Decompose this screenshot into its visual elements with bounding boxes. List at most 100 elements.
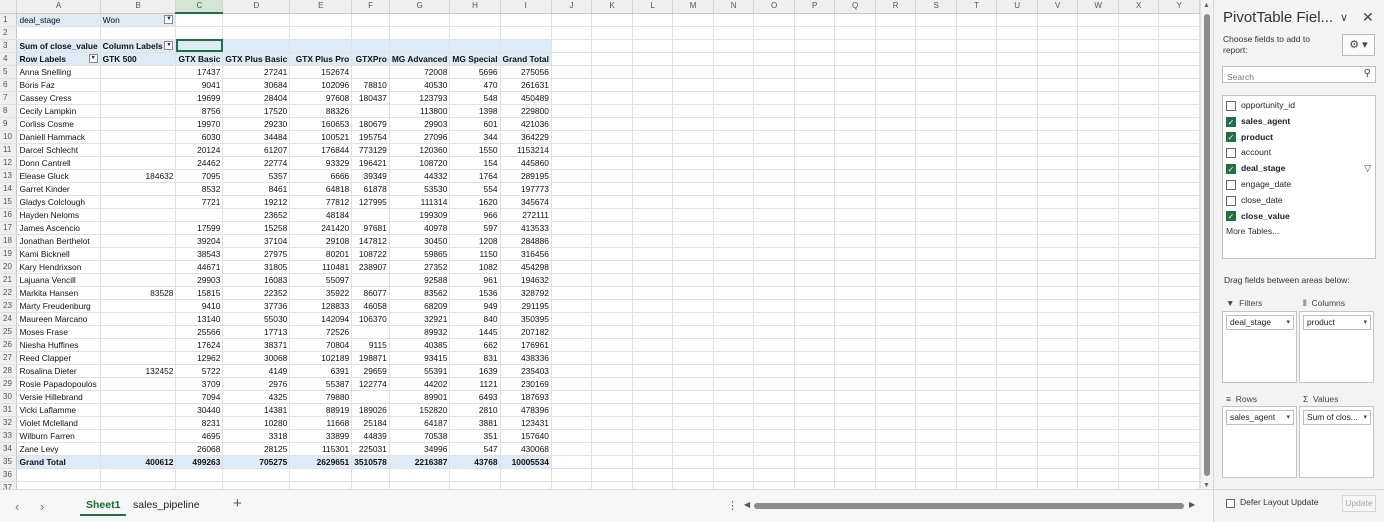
cell[interactable] (1077, 468, 1119, 482)
cell[interactable] (591, 312, 633, 326)
cell[interactable] (16, 468, 101, 482)
column-header[interactable]: U (996, 0, 1038, 14)
cell[interactable] (1158, 273, 1200, 287)
cell[interactable] (753, 234, 795, 248)
cell[interactable] (753, 299, 795, 313)
pivot-value-cell[interactable]: 17520 (222, 104, 291, 118)
cell[interactable] (100, 468, 177, 482)
pivot-value-cell[interactable]: 1082 (449, 260, 501, 274)
cell[interactable] (875, 390, 917, 404)
pivot-value-cell[interactable]: 102096 (289, 78, 353, 92)
cell[interactable] (351, 468, 390, 482)
cell[interactable] (551, 143, 593, 157)
pivot-value-cell[interactable]: 29108 (289, 234, 353, 248)
cell[interactable] (713, 338, 755, 352)
checkbox-checked-icon[interactable]: ✓ (1226, 163, 1236, 174)
cell[interactable] (632, 91, 674, 105)
pivot-value-cell[interactable]: 6391 (289, 364, 353, 378)
cell[interactable] (551, 377, 593, 391)
cell[interactable] (1118, 416, 1160, 430)
cell[interactable] (1118, 104, 1160, 118)
cell[interactable] (753, 208, 795, 222)
column-labels-dropdown-icon[interactable]: ▾ (164, 40, 174, 50)
cell[interactable] (956, 260, 998, 274)
cell[interactable] (875, 260, 917, 274)
cell[interactable] (794, 117, 836, 131)
cell[interactable] (915, 182, 957, 196)
cell[interactable] (551, 104, 593, 118)
row-header[interactable]: 24 (0, 312, 18, 326)
add-sheet-button[interactable]: + (233, 495, 242, 512)
pivot-value-cell[interactable]: 235403 (500, 364, 552, 378)
cell[interactable] (591, 455, 633, 469)
cell[interactable] (1077, 364, 1119, 378)
cell[interactable] (551, 286, 593, 300)
cell[interactable] (672, 468, 714, 482)
cell[interactable] (551, 182, 593, 196)
cell[interactable] (713, 364, 755, 378)
row-header[interactable]: 2 (0, 26, 18, 40)
cell[interactable] (1037, 377, 1079, 391)
cell[interactable] (1158, 39, 1200, 53)
cell[interactable] (551, 403, 593, 417)
pivot-value-cell[interactable]: 77812 (289, 195, 353, 209)
cell[interactable] (1118, 169, 1160, 183)
cell[interactable] (875, 13, 917, 27)
cell[interactable] (672, 208, 714, 222)
cell[interactable] (632, 195, 674, 209)
cell[interactable] (551, 91, 593, 105)
gear-icon[interactable]: ⚙ ▾ (1342, 34, 1375, 56)
pivot-value-cell[interactable]: 3709 (175, 377, 224, 391)
cell[interactable] (794, 325, 836, 339)
column-header[interactable]: Y (1158, 0, 1200, 14)
cell[interactable] (996, 13, 1038, 27)
cell[interactable] (1118, 156, 1160, 170)
cell[interactable] (1077, 390, 1119, 404)
cell[interactable] (1158, 299, 1200, 313)
pivot-value-cell[interactable]: 241420 (289, 221, 353, 235)
cell[interactable] (996, 91, 1038, 105)
column-header[interactable]: P (794, 0, 836, 14)
cell[interactable] (1118, 481, 1160, 489)
cell[interactable] (794, 351, 836, 365)
pivot-value-cell[interactable]: 160653 (289, 117, 353, 131)
pivot-value-cell[interactable]: 152674 (289, 65, 353, 79)
pivot-value-cell[interactable]: 22352 (222, 286, 291, 300)
pivot-value-cell[interactable]: 55030 (222, 312, 291, 326)
cell[interactable] (794, 338, 836, 352)
cell[interactable] (996, 195, 1038, 209)
cell[interactable] (632, 247, 674, 261)
cell[interactable] (794, 390, 836, 404)
pivot-value-cell[interactable]: 30450 (389, 234, 451, 248)
cell[interactable] (875, 338, 917, 352)
cell[interactable] (996, 286, 1038, 300)
cell[interactable] (713, 52, 755, 66)
cell[interactable] (956, 299, 998, 313)
cell[interactable] (1077, 13, 1119, 27)
cell[interactable] (591, 52, 633, 66)
pivot-value-cell[interactable]: 438336 (500, 351, 552, 365)
pivot-value-cell[interactable] (100, 221, 177, 235)
pivot-row-label[interactable]: Wilburn Farren (16, 429, 101, 443)
cell[interactable] (1158, 468, 1200, 482)
cell[interactable] (591, 104, 633, 118)
cell[interactable] (672, 260, 714, 274)
cell[interactable] (672, 364, 714, 378)
cell[interactable] (875, 117, 917, 131)
row-header[interactable]: 6 (0, 78, 18, 92)
cell[interactable] (632, 52, 674, 66)
pivot-row-label[interactable]: Rosie Papadopoulos (16, 377, 101, 391)
pivot-value-cell[interactable]: 127995 (351, 195, 390, 209)
pivot-value-cell[interactable]: 289195 (500, 169, 552, 183)
cell[interactable] (753, 338, 795, 352)
cell[interactable] (1118, 39, 1160, 53)
cell[interactable] (1158, 481, 1200, 489)
cell[interactable] (1118, 377, 1160, 391)
pivot-value-cell[interactable]: 27096 (389, 130, 451, 144)
cell[interactable] (753, 403, 795, 417)
cell[interactable] (713, 455, 755, 469)
pivot-value-cell[interactable]: 142094 (289, 312, 353, 326)
pivot-value-cell[interactable]: 413533 (500, 221, 552, 235)
cell[interactable] (996, 377, 1038, 391)
cell[interactable] (1077, 260, 1119, 274)
